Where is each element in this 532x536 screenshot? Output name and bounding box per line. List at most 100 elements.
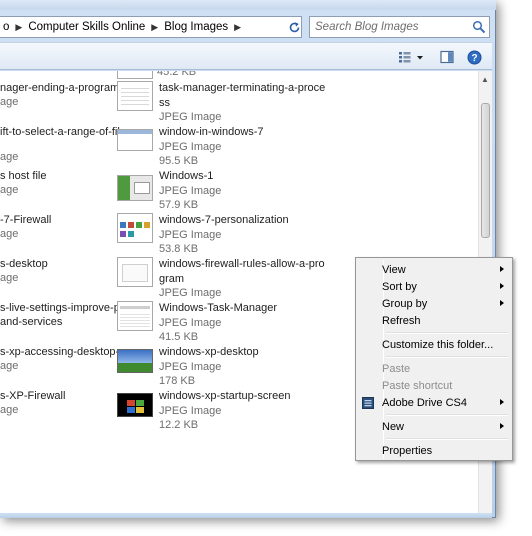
menu-item-label: View bbox=[382, 263, 406, 276]
breadcrumb-computer-skills-online[interactable]: Computer Skills Online bbox=[25, 21, 148, 33]
file-name: windows-firewall-rules-allow-a-pro bbox=[159, 258, 325, 270]
file-type: JPEG Image bbox=[159, 184, 222, 197]
file-type-partial: age bbox=[0, 184, 19, 196]
list-item[interactable]: task-manager-terminating-a-proce ss JPEG… bbox=[117, 81, 325, 125]
list-item[interactable]: windows-7-personalization JPEG Image 53.… bbox=[117, 213, 289, 257]
file-name: windows-xp-desktop bbox=[159, 346, 259, 358]
menu-item-sort-by[interactable]: Sort by bbox=[358, 278, 510, 295]
list-item[interactable]: window-in-windows-7 JPEG Image 95.5 KB bbox=[117, 125, 264, 169]
list-item[interactable]: windows-xp-startup-screen JPEG Image 12.… bbox=[117, 389, 290, 433]
file-size: 178 KB bbox=[159, 375, 196, 387]
menu-item-customize-folder[interactable]: Customize this folder... bbox=[358, 336, 510, 353]
submenu-arrow-icon bbox=[500, 266, 504, 272]
svg-text:?: ? bbox=[471, 53, 477, 64]
menu-item-label: Refresh bbox=[382, 314, 421, 327]
list-item[interactable]: Windows-1 JPEG Image 57.9 KB bbox=[117, 169, 221, 213]
submenu-arrow-icon bbox=[500, 423, 504, 429]
menu-separator bbox=[386, 414, 508, 416]
file-type-partial: age bbox=[0, 404, 19, 416]
file-name-partial[interactable]: s-xp-accessing-desktop-pr bbox=[0, 345, 129, 360]
breadcrumb-separator-icon[interactable]: ▶ bbox=[12, 22, 25, 33]
breadcrumb-part-partial[interactable]: o bbox=[0, 21, 12, 33]
context-menu: View Sort by Group by Refresh Customize … bbox=[355, 257, 513, 461]
file-name-partial[interactable]: s-live-settings-improve-pr bbox=[0, 301, 123, 316]
menu-item-label: Paste bbox=[382, 362, 411, 375]
file-size-partial: 45.2 KB bbox=[157, 71, 197, 78]
menu-separator bbox=[386, 332, 508, 334]
file-name-partial[interactable]: s-XP-Firewall bbox=[0, 389, 65, 404]
file-thumbnail bbox=[117, 349, 153, 373]
file-thumbnail bbox=[117, 129, 153, 151]
file-type: JPEG Image bbox=[159, 316, 222, 329]
file-name-partial[interactable]: nager-ending-a-program bbox=[0, 81, 119, 96]
submenu-arrow-icon bbox=[500, 283, 504, 289]
file-name-line2: gram bbox=[159, 272, 185, 285]
help-icon: ? bbox=[467, 50, 481, 64]
views-button[interactable] bbox=[396, 48, 426, 66]
refresh-icon bbox=[289, 21, 299, 32]
file-thumbnail bbox=[117, 175, 153, 201]
views-icon bbox=[399, 52, 423, 63]
file-type: JPEG Image bbox=[159, 140, 222, 153]
search-box[interactable] bbox=[309, 16, 490, 38]
file-name-partial[interactable]: s host file bbox=[0, 169, 46, 184]
search-icon[interactable] bbox=[472, 20, 486, 34]
file-name: windows-xp-startup-screen bbox=[159, 390, 291, 402]
file-thumbnail bbox=[117, 81, 153, 111]
submenu-arrow-icon bbox=[500, 300, 504, 306]
menu-item-label: Adobe Drive CS4 bbox=[382, 396, 467, 409]
scrollbar-thumb[interactable] bbox=[481, 103, 490, 238]
command-bar: ? bbox=[0, 42, 492, 70]
file-size: 53.8 KB bbox=[159, 243, 199, 255]
file-name: windows-7-personalization bbox=[159, 214, 289, 226]
file-type-partial: age bbox=[0, 96, 19, 108]
file-type-partial: age bbox=[0, 272, 19, 284]
file-thumbnail bbox=[117, 393, 153, 417]
file-name-partial[interactable]: -7-Firewall bbox=[0, 213, 51, 228]
window-bottom-frame bbox=[0, 513, 492, 518]
file-type: JPEG Image bbox=[159, 111, 222, 123]
address-bar[interactable]: o ▶ Computer Skills Online ▶ Blog Images… bbox=[0, 16, 302, 38]
file-type-partial: age bbox=[0, 360, 19, 372]
file-type: JPEG Image bbox=[159, 404, 222, 417]
submenu-arrow-icon bbox=[500, 399, 504, 405]
menu-item-label: Properties bbox=[382, 444, 433, 457]
file-name-partial[interactable]: s-desktop bbox=[0, 257, 48, 272]
menu-item-label: Sort by bbox=[382, 280, 417, 293]
menu-item-properties[interactable]: Properties bbox=[358, 442, 510, 459]
file-name-partial-line2[interactable]: and-services bbox=[0, 315, 62, 330]
list-item[interactable]: Windows-Task-Manager JPEG Image 41.5 KB bbox=[117, 301, 277, 345]
preview-pane-icon bbox=[440, 50, 454, 64]
menu-item-adobe-drive[interactable]: Adobe Drive CS4 bbox=[358, 394, 510, 411]
file-thumbnail bbox=[117, 213, 153, 243]
adobe-drive-icon bbox=[362, 397, 374, 409]
breadcrumb-separator-icon[interactable]: ▶ bbox=[148, 22, 161, 33]
breadcrumb-separator-icon[interactable]: ▶ bbox=[231, 22, 244, 33]
preview-pane-button[interactable] bbox=[438, 48, 456, 66]
file-name: window-in-windows-7 bbox=[159, 126, 264, 138]
menu-item-refresh[interactable]: Refresh bbox=[358, 312, 510, 329]
search-input[interactable] bbox=[310, 21, 465, 33]
menu-item-label: Paste shortcut bbox=[382, 379, 453, 392]
menu-item-paste[interactable]: Paste bbox=[358, 360, 510, 377]
help-button[interactable]: ? bbox=[465, 48, 483, 66]
file-thumbnail bbox=[117, 301, 153, 331]
list-item[interactable]: windows-firewall-rules-allow-a-pro gram … bbox=[117, 257, 325, 301]
file-size: 95.5 KB bbox=[159, 155, 199, 167]
menu-item-new[interactable]: New bbox=[358, 418, 510, 435]
menu-separator bbox=[386, 438, 508, 440]
file-name-partial[interactable]: ift-to-select-a-range-of-fil bbox=[0, 125, 120, 140]
scroll-up-arrow-icon[interactable]: ▲ bbox=[481, 75, 489, 84]
menu-item-group-by[interactable]: Group by bbox=[358, 295, 510, 312]
menu-item-label: Group by bbox=[382, 297, 428, 310]
menu-item-view[interactable]: View bbox=[358, 261, 510, 278]
file-size: 57.9 KB bbox=[159, 199, 199, 211]
file-thumbnail[interactable] bbox=[117, 71, 153, 79]
file-size: 12.2 KB bbox=[159, 419, 199, 431]
list-item[interactable]: windows-xp-desktop JPEG Image 178 KB bbox=[117, 345, 259, 389]
breadcrumb-blog-images[interactable]: Blog Images bbox=[161, 21, 231, 33]
menu-item-paste-shortcut[interactable]: Paste shortcut bbox=[358, 377, 510, 394]
refresh-button[interactable] bbox=[286, 17, 302, 37]
file-type: JPEG Image bbox=[159, 360, 222, 373]
file-name-line2: ss bbox=[159, 96, 170, 109]
